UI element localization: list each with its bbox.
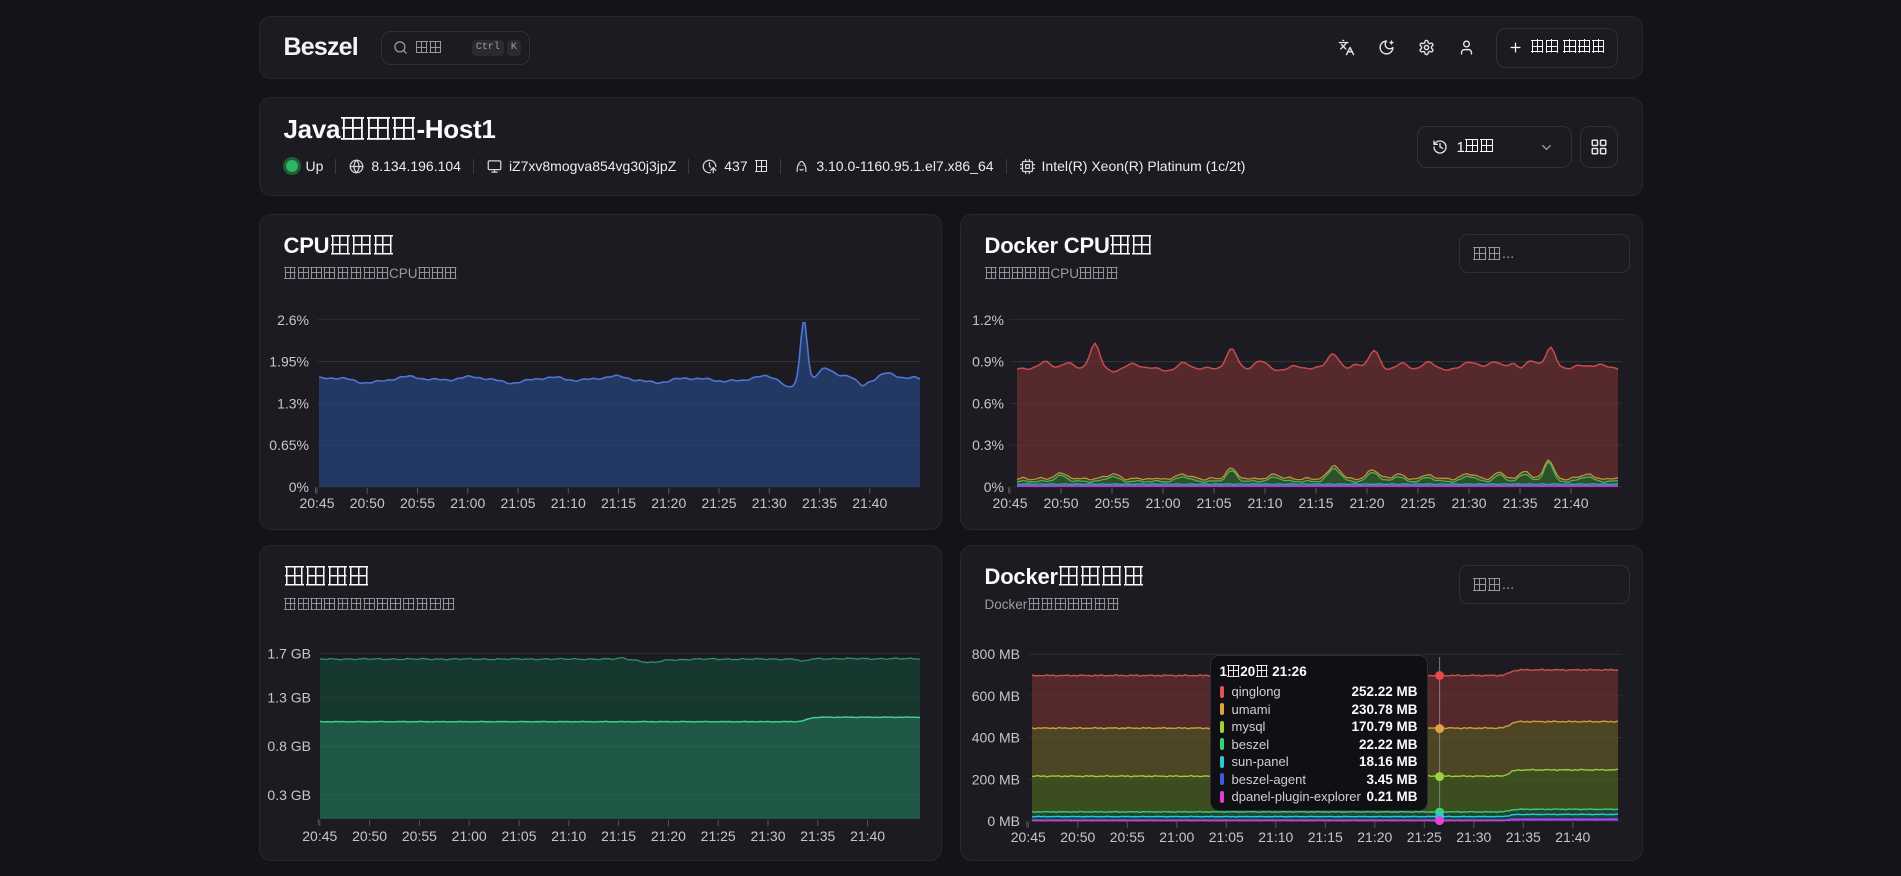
svg-text:21:05: 21:05: [500, 495, 535, 511]
svg-text:20:50: 20:50: [352, 828, 387, 844]
svg-text:21:20: 21:20: [650, 828, 685, 844]
svg-text:0%: 0%: [288, 479, 308, 495]
svg-text:20:50: 20:50: [1043, 495, 1078, 511]
svg-text:21:40: 21:40: [1555, 829, 1590, 845]
svg-text:21:30: 21:30: [1456, 829, 1491, 845]
svg-text:21:05: 21:05: [501, 828, 536, 844]
svg-text:20:55: 20:55: [1109, 829, 1144, 845]
svg-text:0.8 GB: 0.8 GB: [267, 738, 311, 754]
svg-text:21:35: 21:35: [801, 495, 836, 511]
svg-text:21:25: 21:25: [700, 828, 735, 844]
svg-text:21:15: 21:15: [1298, 495, 1333, 511]
svg-text:0.6%: 0.6%: [972, 395, 1004, 411]
svg-text:1.95%: 1.95%: [269, 354, 309, 370]
svg-text:21:00: 21:00: [1159, 829, 1194, 845]
svg-text:21:25: 21:25: [1406, 829, 1441, 845]
svg-text:20:55: 20:55: [401, 828, 436, 844]
svg-text:0.3 GB: 0.3 GB: [267, 787, 311, 803]
svg-text:200 MB: 200 MB: [971, 771, 1019, 787]
svg-text:21:40: 21:40: [852, 495, 887, 511]
svg-text:21:35: 21:35: [800, 828, 835, 844]
svg-text:20:45: 20:45: [302, 828, 337, 844]
svg-text:20:45: 20:45: [992, 495, 1027, 511]
svg-text:20:50: 20:50: [1060, 829, 1095, 845]
svg-text:21:05: 21:05: [1196, 495, 1231, 511]
svg-text:0.65%: 0.65%: [269, 437, 309, 453]
svg-text:20:55: 20:55: [399, 495, 434, 511]
svg-text:800 MB: 800 MB: [971, 646, 1019, 662]
svg-text:21:40: 21:40: [1553, 495, 1588, 511]
svg-text:20:50: 20:50: [349, 495, 384, 511]
svg-text:21:20: 21:20: [651, 495, 686, 511]
svg-text:21:20: 21:20: [1349, 495, 1384, 511]
svg-text:600 MB: 600 MB: [971, 688, 1019, 704]
svg-text:1.3%: 1.3%: [277, 395, 309, 411]
svg-text:400 MB: 400 MB: [971, 730, 1019, 746]
svg-text:21:15: 21:15: [1307, 829, 1342, 845]
svg-text:20:45: 20:45: [299, 495, 334, 511]
svg-text:1.3 GB: 1.3 GB: [267, 690, 311, 706]
svg-text:21:40: 21:40: [850, 828, 885, 844]
svg-text:21:30: 21:30: [750, 828, 785, 844]
svg-text:21:00: 21:00: [1145, 495, 1180, 511]
svg-text:2.6%: 2.6%: [277, 312, 309, 328]
svg-text:21:00: 21:00: [450, 495, 485, 511]
svg-text:21:20: 21:20: [1357, 829, 1392, 845]
svg-text:21:15: 21:15: [601, 828, 636, 844]
svg-text:21:30: 21:30: [751, 495, 786, 511]
svg-text:20:45: 20:45: [1010, 829, 1045, 845]
svg-text:0.9%: 0.9%: [972, 354, 1004, 370]
svg-text:21:35: 21:35: [1505, 829, 1540, 845]
svg-text:21:05: 21:05: [1208, 829, 1243, 845]
svg-text:21:10: 21:10: [1247, 495, 1282, 511]
svg-text:20:55: 20:55: [1094, 495, 1129, 511]
svg-text:1.2%: 1.2%: [972, 312, 1004, 328]
svg-text:0%: 0%: [983, 479, 1003, 495]
svg-text:21:00: 21:00: [451, 828, 486, 844]
svg-text:21:15: 21:15: [600, 495, 635, 511]
svg-text:21:10: 21:10: [550, 495, 585, 511]
svg-text:21:10: 21:10: [1258, 829, 1293, 845]
svg-text:21:10: 21:10: [551, 828, 586, 844]
svg-text:21:35: 21:35: [1502, 495, 1537, 511]
svg-text:0.3%: 0.3%: [972, 437, 1004, 453]
svg-text:21:25: 21:25: [1400, 495, 1435, 511]
svg-text:21:30: 21:30: [1451, 495, 1486, 511]
svg-text:21:25: 21:25: [701, 495, 736, 511]
svg-text:1.7 GB: 1.7 GB: [267, 646, 311, 662]
svg-text:0 MB: 0 MB: [987, 813, 1020, 829]
